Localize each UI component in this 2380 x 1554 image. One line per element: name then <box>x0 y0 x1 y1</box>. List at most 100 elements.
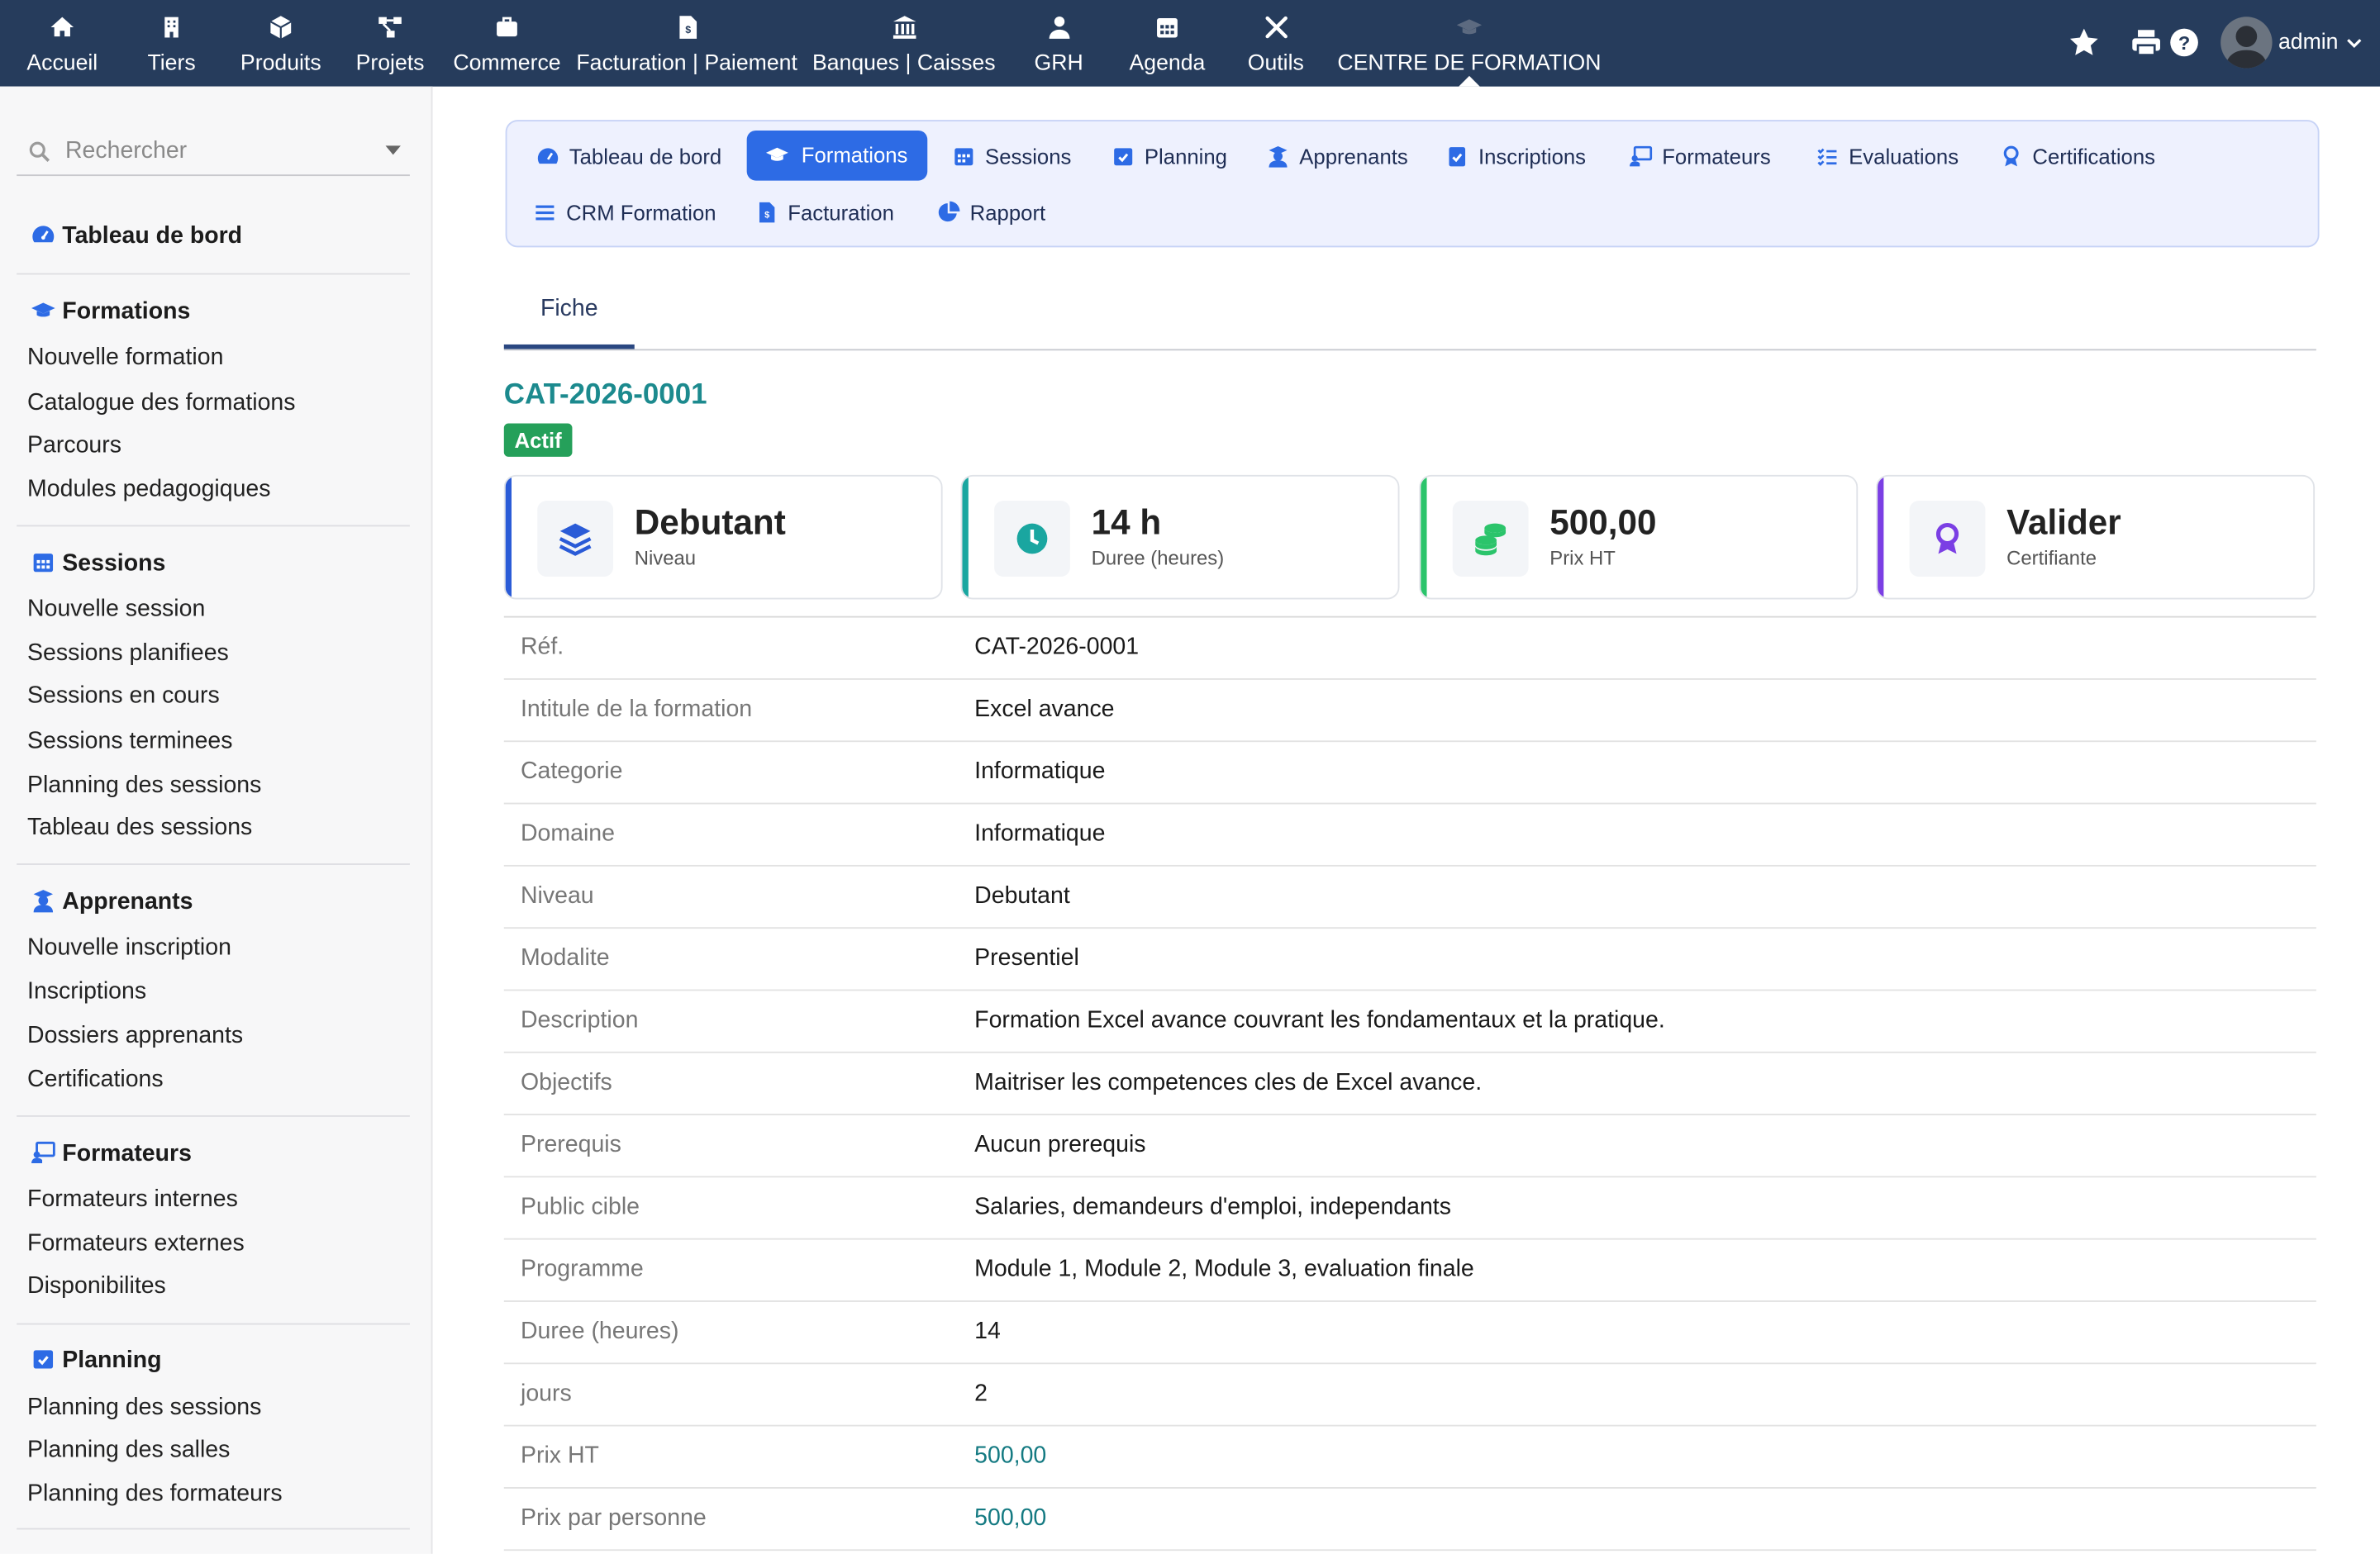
subnav-formations[interactable]: Formations <box>746 130 928 181</box>
sidebar-dashboard-link[interactable]: Tableau de bord <box>29 221 242 250</box>
dashboard-icon <box>32 226 55 243</box>
record-ref-title: CAT-2026-0001 <box>503 379 707 411</box>
cube-icon <box>269 16 292 39</box>
project-diagram-icon <box>378 17 402 38</box>
sidebar-link-sessions-en-cours[interactable]: Sessions en cours <box>27 683 220 710</box>
nav-label: Banques | Caisses <box>812 51 996 76</box>
card-icon-box <box>1909 501 1986 577</box>
nav-agenda[interactable]: Agenda <box>1128 0 1207 87</box>
sidebar-section-sessions[interactable]: Sessions <box>29 549 165 578</box>
chevron-down-icon[interactable] <box>2344 32 2365 54</box>
sidebar-link-nouvelle-session[interactable]: Nouvelle session <box>27 596 205 624</box>
field-value: Debutant <box>974 882 1070 910</box>
sidebar-link-parcours[interactable]: Parcours <box>27 432 121 459</box>
nav-banques-caisses[interactable]: Banques | Caisses <box>812 0 996 87</box>
sidebar-link-catalogue[interactable]: Catalogue des formations <box>27 390 295 417</box>
card-label: Prix HT <box>1549 546 1616 569</box>
sidebar-link-modules[interactable]: Modules pedagogiques <box>27 477 270 504</box>
divider <box>17 273 410 275</box>
search-dropdown-icon[interactable] <box>385 145 401 155</box>
field-value: Formation Excel avance couvrant les fond… <box>974 1007 1665 1034</box>
tools-icon <box>1264 16 1288 39</box>
tab-fiche[interactable]: Fiche <box>503 276 635 349</box>
sidebar-link-formateurs-externes[interactable]: Formateurs externes <box>27 1231 245 1258</box>
bars-icon <box>536 205 555 221</box>
field-value: 14 <box>974 1319 1001 1345</box>
divider <box>17 525 410 527</box>
nav-grh[interactable]: GRH <box>1034 0 1084 87</box>
sidebar-section-apprenants[interactable]: Apprenants <box>29 887 193 916</box>
field-row-domaine: Domaine Informatique <box>503 804 2316 867</box>
card-label: Certifiante <box>2006 546 2097 569</box>
sidebar-link-planning-sessions[interactable]: Planning des sessions <box>27 772 261 800</box>
active-indicator <box>1459 75 1480 87</box>
sidebar-link-formateurs-internes[interactable]: Formateurs internes <box>27 1186 238 1214</box>
field-label: Duree (heures) <box>521 1319 679 1345</box>
nav-label: Projets <box>355 51 425 76</box>
sidebar-link-planning-salles[interactable]: Planning des salles <box>27 1437 230 1464</box>
field-row-public-cible: Public cible Salaries, demandeurs d'emplo… <box>503 1177 2316 1240</box>
sidebar-link-disponibilites[interactable]: Disponibilites <box>27 1273 166 1300</box>
card-label: Niveau <box>634 546 697 569</box>
card-accent-bar <box>1878 476 1884 598</box>
help-icon[interactable]: ? <box>2168 26 2201 59</box>
nav-produits[interactable]: Produits <box>240 0 321 87</box>
status-badge: Actif <box>503 423 573 457</box>
svg-text:?: ? <box>2178 32 2190 54</box>
nav-label: Commerce <box>453 51 561 76</box>
user-name[interactable]: admin <box>2278 31 2339 55</box>
record-tabs: Fiche <box>503 276 2316 351</box>
subnav-label: Formations <box>801 142 908 168</box>
card-value: 14 h <box>1091 501 1162 542</box>
field-row-categorie: Categorie Informatique <box>503 742 2316 805</box>
svg-text:$: $ <box>764 210 769 220</box>
card-value: 500,00 <box>1549 501 1657 542</box>
subnav-label: Apprenants <box>1299 144 1408 169</box>
card-value: Debutant <box>634 501 786 542</box>
subnav-label: Evaluations <box>1849 144 1959 169</box>
field-row-intitule: Intitule de la formation Excel avance <box>503 680 2316 743</box>
sidebar-link-planning-sessions[interactable]: Planning des sessions <box>27 1395 261 1422</box>
field-value: 500,00 <box>974 1505 1047 1532</box>
nav-outils[interactable]: Outils <box>1246 0 1306 87</box>
search-box[interactable]: Rechercher <box>17 129 410 177</box>
user-tie-icon <box>1048 16 1069 39</box>
sidebar-section-label: Formateurs <box>62 1141 192 1167</box>
sidebar-link-sessions-terminees[interactable]: Sessions terminees <box>27 729 232 756</box>
chalkboard-teacher-icon <box>31 1141 55 1164</box>
field-label: Modalite <box>521 945 610 972</box>
sidebar-link-planning-formateurs[interactable]: Planning des formateurs <box>27 1481 283 1509</box>
nav-facturation-paiement[interactable]: $ Facturation | Paiement <box>576 0 797 87</box>
sidebar-link-tableau-sessions[interactable]: Tableau des sessions <box>27 815 252 842</box>
sidebar-link-nouvelle-inscription[interactable]: Nouvelle inscription <box>27 934 231 962</box>
divider <box>17 1115 410 1117</box>
field-value: Aucun prerequis <box>974 1132 1146 1158</box>
sidebar-link-dossiers-apprenants[interactable]: Dossiers apprenants <box>27 1023 243 1050</box>
nav-commerce[interactable]: Commerce <box>453 0 561 87</box>
nav-tiers[interactable]: Tiers <box>147 0 196 87</box>
sidebar-link-certifications[interactable]: Certifications <box>27 1067 164 1094</box>
field-value: 500,00 <box>974 1442 1047 1469</box>
briefcase-icon <box>497 17 517 37</box>
calendar-icon <box>954 148 973 166</box>
sidebar-section-planning[interactable]: Planning <box>29 1346 162 1375</box>
invoice-icon: $ <box>759 202 775 223</box>
divider <box>17 1323 410 1325</box>
list-check-icon <box>1817 148 1837 166</box>
avatar[interactable] <box>2221 17 2273 69</box>
nav-label: CENTRE DE FORMATION <box>1337 51 1602 76</box>
field-label: Description <box>521 1007 639 1034</box>
print-icon[interactable] <box>2130 26 2163 59</box>
card-icon-box <box>994 501 1070 577</box>
nav-projets[interactable]: Projets <box>355 0 425 87</box>
nav-accueil[interactable]: Accueil <box>26 0 98 87</box>
nav-centre-de-formation[interactable]: CENTRE DE FORMATION <box>1337 0 1602 87</box>
sidebar-link-inscriptions[interactable]: Inscriptions <box>27 979 146 1006</box>
sidebar-link-sessions-planifiees[interactable]: Sessions planifiees <box>27 640 229 668</box>
sidebar-section-formations[interactable]: Formations <box>29 297 190 326</box>
sidebar-section-formateurs[interactable]: Formateurs <box>29 1139 192 1168</box>
subnav-label: Inscriptions <box>1478 144 1587 169</box>
sidebar-link-nouvelle-formation[interactable]: Nouvelle formation <box>27 345 223 372</box>
search-input[interactable]: Rechercher <box>65 138 187 165</box>
bookmark-star-icon[interactable] <box>2068 26 2101 59</box>
